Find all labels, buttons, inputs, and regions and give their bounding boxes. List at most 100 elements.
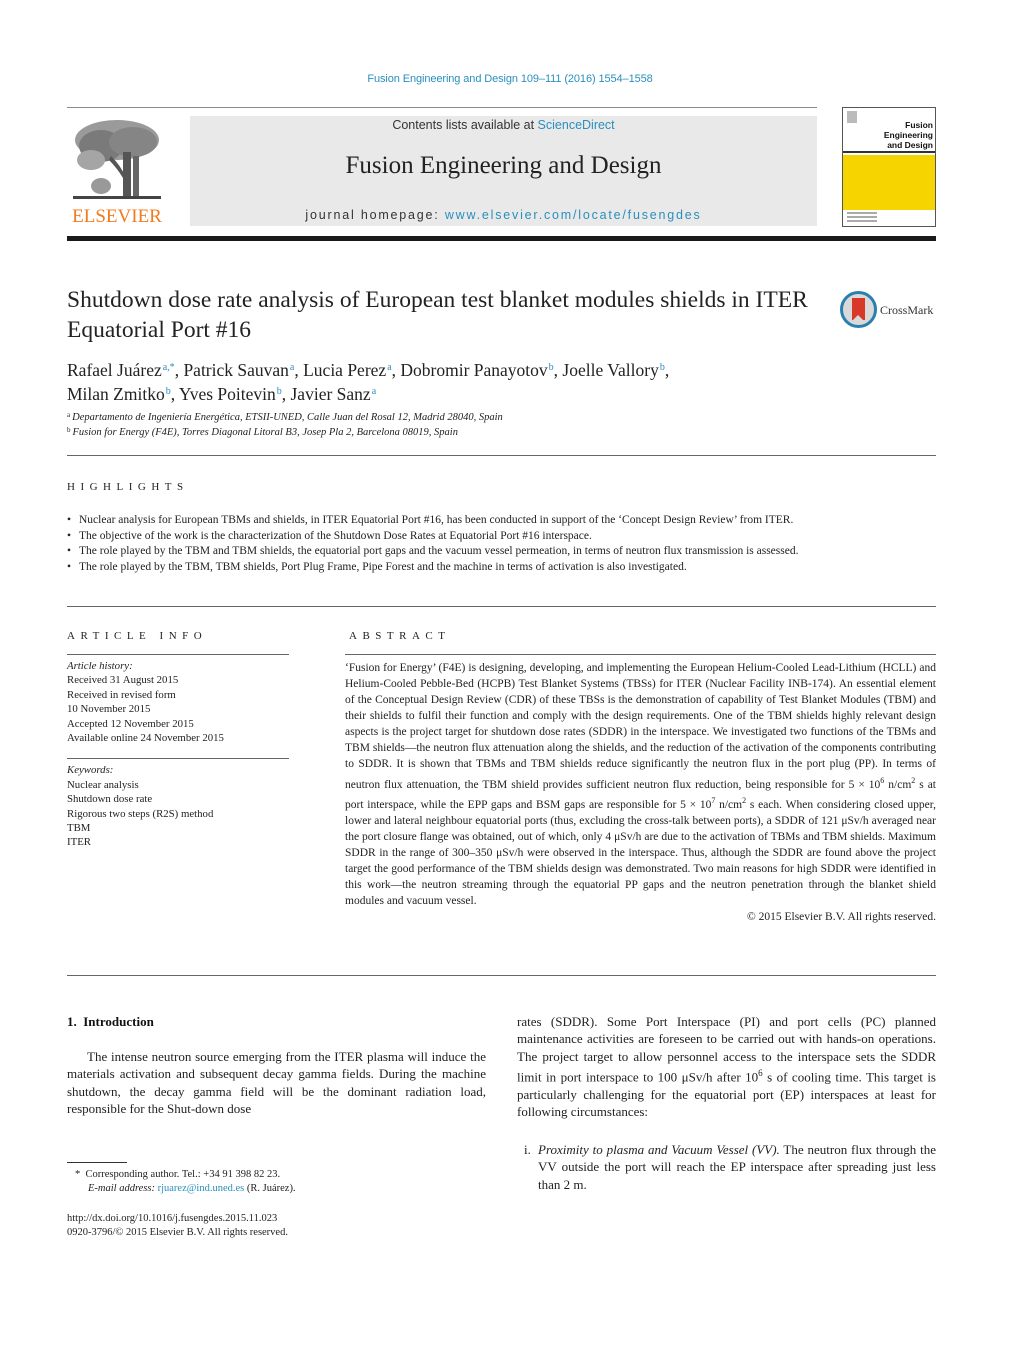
highlight-item: The objective of the work is the charact…	[67, 529, 936, 545]
email-note: E-mail address: rjuarez@ind.uned.es (R. …	[88, 1182, 488, 1196]
author-list: Rafael Juáreza,*, Patrick Sauvana, Lucia…	[67, 360, 670, 404]
author-name[interactable]: Milan Zmitko	[67, 384, 165, 404]
author-affil-link[interactable]: b	[277, 386, 282, 397]
affiliation-text: Departamento de Ingeniería Energética, E…	[72, 412, 503, 423]
intro-paragraph-left: The intense neutron source emerging from…	[67, 1049, 486, 1117]
article-history: Article history: Received 31 August 2015…	[67, 659, 289, 745]
footnote-marker: *	[75, 1169, 81, 1180]
homepage-prefix: journal homepage:	[305, 208, 445, 222]
corresponding-author-note: * Corresponding author. Tel.: +34 91 398…	[75, 1168, 475, 1182]
divider	[67, 975, 936, 976]
history-entry: Received in revised form	[67, 688, 176, 701]
author-affil-link[interactable]: a,*	[163, 362, 175, 373]
sciencedirect-link[interactable]: ScienceDirect	[538, 118, 615, 132]
keywords: Keywords: Nuclear analysis Shutdown dose…	[67, 763, 289, 849]
abstract-copyright: © 2015 Elsevier B.V. All rights reserved…	[747, 910, 936, 923]
keyword[interactable]: ITER	[67, 835, 289, 849]
history-entry: Available online 24 November 2015	[67, 732, 224, 745]
highlights-heading: HIGHLIGHTS	[67, 481, 189, 493]
journal-banner: Contents lists available at ScienceDirec…	[190, 116, 817, 226]
homepage-link[interactable]: www.elsevier.com/locate/fusengdes	[445, 208, 702, 222]
author-name[interactable]: Javier Sanz	[291, 384, 371, 404]
article-info-heading: ARTICLE INFO	[67, 630, 208, 642]
journal-reference-link[interactable]: Fusion Engineering and Design 109–111 (2…	[0, 73, 1020, 85]
cover-title: Fusion Engineering and Design	[863, 120, 933, 150]
author-name[interactable]: Yves Poitevin	[179, 384, 276, 404]
abstract-fragment: ‘Fusion for Energy’ (F4E) is designing, …	[345, 662, 936, 791]
author-affil-link[interactable]: a	[387, 362, 391, 373]
abstract-divider	[345, 654, 936, 655]
list-item-title: Proximity to plasma and Vacuum Vessel (V…	[538, 1142, 780, 1157]
footnote-divider	[67, 1162, 127, 1163]
crossmark-label: CrossMark	[880, 303, 934, 317]
crossmark-button[interactable]: CrossMark	[840, 291, 940, 329]
cover-yellow-panel	[843, 155, 935, 210]
doi-link[interactable]: http://dx.doi.org/10.1016/j.fusengdes.20…	[67, 1212, 467, 1226]
keyword[interactable]: TBM	[67, 821, 289, 835]
author-name[interactable]: Rafael Juárez	[67, 360, 162, 380]
contents-prefix: Contents lists available at	[392, 118, 538, 132]
email-suffix: (R. Juárez).	[244, 1183, 296, 1194]
highlights-list: Nuclear analysis for European TBMs and s…	[67, 513, 936, 575]
keywords-divider	[67, 758, 289, 760]
author-name[interactable]: Patrick Sauvan	[183, 360, 288, 380]
elsevier-tree-icon	[73, 120, 161, 199]
history-entry: Accepted 12 November 2015	[67, 717, 194, 730]
elsevier-wordmark: ELSEVIER	[72, 206, 162, 227]
list-marker: i.	[524, 1142, 531, 1157]
section-heading-introduction: 1. Introduction	[67, 1014, 154, 1029]
header-thick-divider	[67, 236, 936, 241]
author-name[interactable]: Dobromir Panayotov	[400, 360, 547, 380]
cover-top: Fusion Engineering and Design	[843, 108, 935, 153]
abstract-fragment: n/cm	[884, 778, 912, 791]
keyword[interactable]: Shutdown dose rate	[67, 792, 289, 806]
journal-cover-thumbnail[interactable]: Fusion Engineering and Design	[842, 107, 936, 227]
author-affil-link[interactable]: a	[372, 386, 376, 397]
article-info: ARTICLE INFO Article history: Received 3…	[67, 630, 289, 850]
cover-title-line2: and Design	[887, 140, 933, 150]
keywords-label: Keywords:	[67, 764, 114, 777]
highlight-item: The role played by the TBM and TBM shiel…	[67, 544, 936, 560]
contents-line: Contents lists available at ScienceDirec…	[190, 118, 817, 132]
divider	[67, 606, 936, 607]
author-name[interactable]: Lucia Perez	[303, 360, 386, 380]
history-entry: 10 November 2015	[67, 703, 151, 716]
divider	[67, 455, 936, 456]
journal-name: Fusion Engineering and Design	[345, 152, 662, 179]
affiliation-key: b	[67, 426, 71, 434]
author-affil-link[interactable]: b	[166, 386, 171, 397]
keyword[interactable]: Rigorous two steps (R2S) method	[67, 807, 289, 821]
author-affil-link[interactable]: b	[549, 362, 554, 373]
email-label: E-mail address:	[88, 1183, 155, 1194]
affiliation-text: Fusion for Energy (F4E), Torres Diagonal…	[72, 427, 458, 438]
history-label: Article history:	[67, 660, 133, 672]
abstract: ABSTRACT ‘Fusion for Energy’ (F4E) is de…	[345, 630, 936, 926]
circumstance-list-item: i. Proximity to plasma and Vacuum Vessel …	[517, 1141, 936, 1193]
abstract-heading: ABSTRACT	[349, 630, 451, 642]
homepage-line: journal homepage: www.elsevier.com/locat…	[190, 208, 817, 222]
issn-copyright: 0920-3796/© 2015 Elsevier B.V. All right…	[67, 1227, 288, 1238]
highlight-item: The role played by the TBM, TBM shields,…	[67, 560, 936, 576]
header-divider	[67, 107, 817, 108]
author-affil-link[interactable]: a	[290, 362, 294, 373]
crossmark-icon	[840, 291, 877, 328]
affiliation-key: a	[67, 411, 71, 419]
cover-footer	[847, 212, 877, 224]
keyword[interactable]: Nuclear analysis	[67, 778, 289, 792]
article-title: Shutdown dose rate analysis of European …	[67, 287, 808, 343]
cover-elsevier-icon	[847, 111, 857, 123]
article-info-divider	[67, 654, 289, 655]
author-affil-link[interactable]: b	[660, 362, 665, 373]
cover-title-line1: Fusion Engineering	[883, 120, 933, 140]
author-name[interactable]: Joelle Vallory	[562, 360, 658, 380]
highlight-item: Nuclear analysis for European TBMs and s…	[67, 513, 936, 529]
intro-paragraph-right: rates (SDDR). Some Port Interspace (PI) …	[517, 1013, 936, 1121]
corresponding-text: Corresponding author. Tel.: +34 91 398 8…	[85, 1169, 281, 1180]
affiliation-b: b Fusion for Energy (F4E), Torres Diagona…	[67, 426, 927, 438]
elsevier-logo[interactable]: ELSEVIER	[67, 116, 167, 228]
abstract-fragment: n/cm	[715, 799, 743, 812]
abstract-text: ‘Fusion for Energy’ (F4E) is designing, …	[345, 661, 936, 910]
history-entry: Received 31 August 2015	[67, 674, 179, 687]
email-link[interactable]: rjuarez@ind.uned.es	[158, 1183, 245, 1194]
affiliation-a: a Departamento de Ingeniería Energética, …	[67, 411, 927, 423]
